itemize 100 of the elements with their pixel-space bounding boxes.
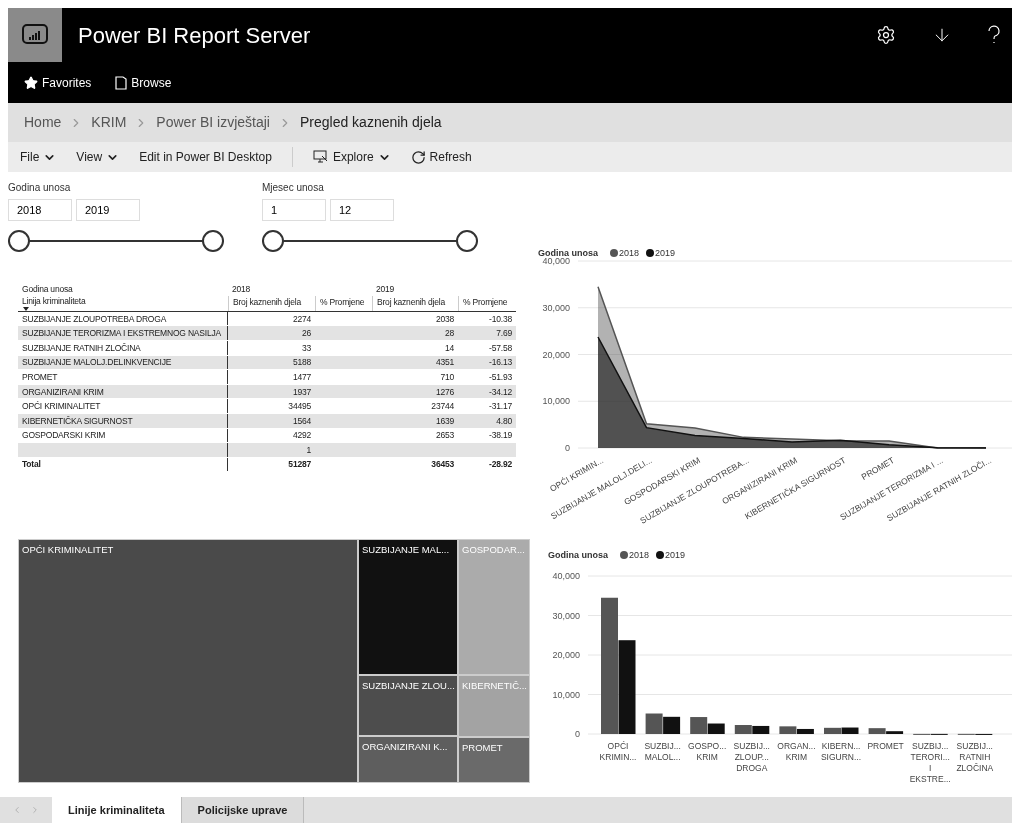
table-cell: 4292	[292, 429, 311, 442]
range-to-field[interactable]: 12	[330, 199, 394, 221]
nav-link[interactable]: Favorites	[24, 73, 92, 92]
table-cell: -28.92	[489, 458, 512, 471]
slider-handle[interactable]	[456, 230, 478, 252]
table-header-cell: Broj kaznenih djela	[372, 295, 458, 311]
legend-item: 2019	[656, 550, 686, 560]
bar	[734, 725, 752, 734]
category-label: OPĆI KRIMIN...	[599, 741, 637, 762]
axis-tick-label: 10,000	[542, 396, 570, 407]
breadcrumb-link[interactable]: Home	[24, 112, 62, 133]
table-cell: Total	[22, 458, 41, 471]
table-cell: 1937	[292, 385, 311, 398]
document-icon	[115, 75, 128, 90]
axis-tick-label: 30,000	[542, 302, 570, 313]
axis-tick-label: 20,000	[542, 349, 570, 360]
table-cell: 4.80	[496, 414, 512, 427]
treemap-tile[interactable]: OPĆI KRIMINALITET	[18, 539, 358, 783]
nav-link[interactable]: Browse	[115, 73, 172, 92]
table-cell: 4351	[435, 356, 454, 369]
settings-icon[interactable]	[876, 25, 896, 45]
table-header-cell-text: 2018	[231, 283, 252, 296]
table-header-cell: Broj kaznenih djela	[228, 295, 315, 311]
table-cell: 26	[301, 327, 311, 340]
axis-tick-label: 20,000	[552, 650, 580, 660]
help-icon[interactable]	[988, 25, 1000, 45]
axis-tick-label: 0	[565, 443, 570, 453]
legend-item: 2018	[610, 248, 640, 258]
legend-label: 2018	[629, 550, 650, 560]
slider-handle[interactable]	[8, 230, 30, 252]
table-cell: 23744	[431, 400, 454, 413]
table-cell: 2038	[435, 312, 454, 325]
axis-tick-label: 10,000	[552, 689, 580, 700]
legend-title: Godina unosa	[548, 550, 608, 560]
breadcrumb-link[interactable]: Pregled kaznenih djela	[299, 112, 442, 133]
table-cell: KIBERNETIČKA SIGURNOST	[22, 414, 133, 427]
category-label: GOSPO... KRIM	[688, 741, 727, 762]
table-cell: ORGANIZIRANI KRIM	[22, 385, 104, 398]
table-cell: -31.17	[489, 400, 512, 413]
table-cell: -10.38	[489, 312, 512, 325]
page-tab[interactable]: Policijske uprave	[181, 797, 305, 823]
bar	[752, 725, 770, 734]
table-cell: 2274	[292, 312, 311, 325]
range-to-field[interactable]: 2019	[76, 199, 140, 221]
table-cell: -38.19	[489, 429, 512, 442]
table-cell: 51287	[288, 458, 311, 471]
table-cell: 14	[444, 341, 454, 354]
table-cell: 1639	[435, 414, 454, 427]
app-logo[interactable]	[8, 8, 62, 62]
table-cell: -34.12	[489, 385, 512, 398]
slider-handle[interactable]	[262, 230, 284, 252]
range-from-field[interactable]: 2018	[8, 199, 72, 221]
table-cell: 1	[306, 443, 311, 456]
monitor-icon	[312, 150, 329, 164]
slicer-title: Godina unosa	[8, 181, 72, 195]
category-label: ORGAN... KRIM	[777, 741, 816, 762]
table-cell: 1276	[435, 385, 454, 398]
table-cell: 33	[301, 341, 311, 354]
table-header-cell-text: Godina unosa	[21, 283, 74, 296]
toolbar-button[interactable]: Refresh	[410, 148, 472, 166]
category-label: SUZBIJ... RATNIH ZLOČINA	[956, 741, 994, 773]
treemap-tile[interactable]: SUZBIJANJE MAL...	[358, 539, 458, 675]
table-cell: 2653	[435, 429, 454, 442]
table-cell: SUZBIJANJE TERORIZMA I EKSTREMNOG NASILJA	[22, 327, 221, 340]
table-cell: 28	[444, 327, 454, 340]
table-cell: -57.58	[489, 341, 512, 354]
treemap-tile[interactable]: SUZBIJANJE ZLOU...	[358, 675, 458, 736]
treemap-tile[interactable]: ORGANIZIRANI K...	[358, 736, 458, 783]
category-label: PROMET	[867, 741, 904, 751]
axis-tick-label: 30,000	[552, 610, 580, 621]
toolbar-button[interactable]: Edit in Power BI Desktop	[139, 148, 272, 166]
category-label: SUZBIJ... MALOL...	[644, 741, 681, 762]
table-header-cell-text: 2019	[375, 283, 396, 296]
table-cell: SUZBIJANJE MALOLJ.DELINKVENCIJE	[22, 356, 172, 369]
table-cell: 1564	[292, 414, 311, 427]
slider-handle[interactable]	[202, 230, 224, 252]
legend-label: 2018	[619, 248, 640, 258]
table-cell: 34495	[288, 400, 311, 413]
legend-title: Godina unosa	[538, 248, 598, 258]
breadcrumb-link[interactable]: KRIM	[91, 112, 127, 133]
category-label: SUZBIJ... TERORI... I EKSTRE...	[909, 741, 951, 784]
legend-label: 2019	[655, 248, 676, 258]
table-header-cell: % Promjene	[458, 295, 516, 311]
toolbar-button[interactable]: File	[20, 148, 57, 166]
page-tab[interactable]: Linije kriminaliteta	[52, 797, 182, 823]
toolbar-button[interactable]: View	[76, 148, 120, 166]
table-cell: 7.69	[496, 327, 512, 340]
legend-item: 2018	[620, 550, 650, 560]
treemap-tile[interactable]: PROMET	[458, 737, 530, 783]
table-cell: SUZBIJANJE RATNIH ZLOČINA	[22, 341, 141, 354]
table-cell: 5188	[292, 356, 311, 369]
table-cell: OPĆI KRIMINALITET	[22, 400, 101, 413]
axis-tick-label: 0	[575, 729, 580, 739]
slicer-title: Mjesec unosa	[262, 181, 325, 195]
range-from-field[interactable]: 1	[262, 199, 326, 221]
table-header-cell[interactable]: Linija kriminaliteta	[18, 295, 228, 311]
table-cell: GOSPODARSKI KRIM	[22, 429, 106, 442]
breadcrumb-link[interactable]: Power BI izvještaji	[156, 112, 270, 133]
bar-chart-logo-icon	[22, 24, 48, 46]
toolbar-button[interactable]: Explore	[312, 148, 391, 166]
